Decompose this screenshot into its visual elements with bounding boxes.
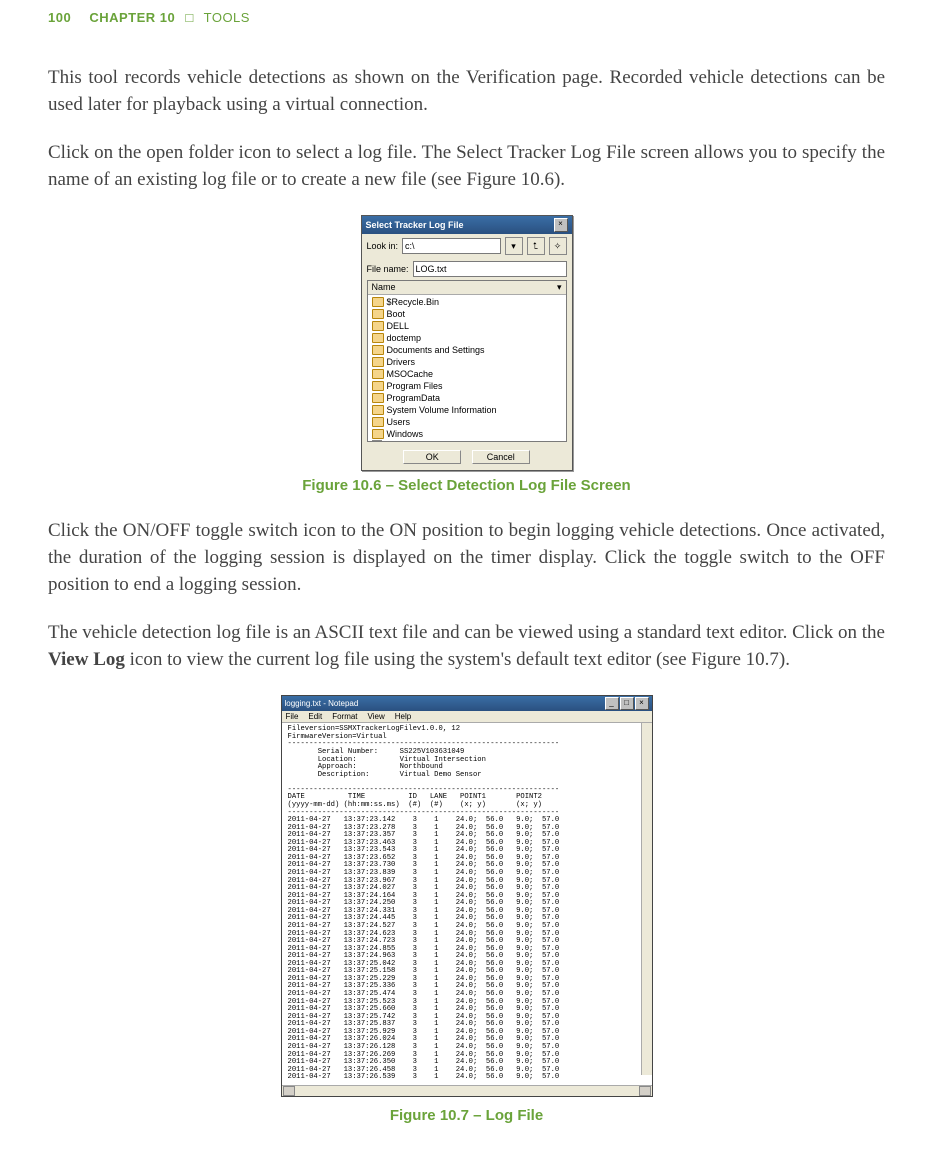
lookin-field[interactable]: c:\	[402, 238, 500, 254]
list-item[interactable]: Program Files	[368, 380, 566, 392]
item-label: MSOCache	[387, 368, 434, 380]
paragraph-4a: The vehicle detection log file is an ASC…	[48, 622, 885, 643]
folder-icon	[372, 417, 384, 427]
menu-item[interactable]: Help	[395, 712, 411, 721]
maximize-icon[interactable]: □	[620, 697, 634, 710]
folder-icon	[372, 393, 384, 403]
figure-10-6-caption: Figure 10.6 – Select Detection Log File …	[48, 477, 885, 494]
item-label: ProgramData	[387, 392, 441, 404]
item-label: DELL	[387, 320, 410, 332]
section-marker: □	[185, 10, 193, 25]
menu-item[interactable]: View	[368, 712, 385, 721]
folder-icon	[372, 381, 384, 391]
item-label: Boot	[387, 308, 406, 320]
list-item[interactable]: DELL	[368, 320, 566, 332]
up-folder-icon[interactable]: ⮤	[527, 237, 545, 255]
menu-item[interactable]: Format	[332, 712, 357, 721]
chevron-down-icon: ▾	[557, 282, 562, 293]
filename-label: File name:	[367, 264, 409, 274]
close-icon[interactable]: ×	[635, 697, 649, 710]
list-item[interactable]: $Recycle.Bin	[368, 296, 566, 308]
list-item[interactable]: Drivers	[368, 356, 566, 368]
notepad-title: logging.txt - Notepad	[285, 699, 359, 708]
list-item[interactable]: Boot	[368, 308, 566, 320]
folder-icon	[372, 369, 384, 379]
name-column: Name	[372, 282, 396, 293]
section-title: TOOLS	[204, 10, 250, 25]
cancel-button[interactable]: Cancel	[472, 450, 530, 464]
item-label: Users	[387, 416, 411, 428]
folder-icon	[372, 429, 384, 439]
vertical-scrollbar[interactable]	[641, 723, 652, 1074]
folder-icon	[372, 309, 384, 319]
notepad-titlebar[interactable]: logging.txt - Notepad _ □ ×	[282, 696, 652, 711]
chapter-label: CHAPTER 10	[89, 10, 175, 25]
list-item[interactable]: ProgramData	[368, 392, 566, 404]
item-label: Program Files	[387, 380, 443, 392]
scroll-right-icon[interactable]	[639, 1086, 651, 1096]
ok-button[interactable]: OK	[403, 450, 461, 464]
minimize-icon[interactable]: _	[605, 697, 619, 710]
filename-row: File name: LOG.txt	[362, 258, 572, 280]
running-header: 100 CHAPTER 10 □ TOOLS	[48, 10, 885, 25]
dialog-title: Select Tracker Log File	[366, 220, 464, 230]
item-label: Windows	[387, 428, 424, 440]
item-label: LOG.txt	[385, 440, 416, 442]
folder-icon	[372, 321, 384, 331]
new-folder-icon[interactable]: ✧	[549, 237, 567, 255]
item-label: Drivers	[387, 356, 416, 368]
item-label: System Volume Information	[387, 404, 497, 416]
list-item[interactable]: System Volume Information	[368, 404, 566, 416]
folder-icon	[372, 297, 384, 307]
view-log-bold: View Log	[48, 649, 125, 670]
item-label: doctemp	[387, 332, 422, 344]
dialog-titlebar[interactable]: Select Tracker Log File ×	[362, 216, 572, 234]
paragraph-3: Click the ON/OFF toggle switch icon to t…	[48, 518, 885, 598]
notepad-window: logging.txt - Notepad _ □ × File Edit Form…	[281, 695, 653, 1096]
figure-10-7-caption: Figure 10.7 – Log File	[48, 1107, 885, 1124]
paragraph-1: This tool records vehicle detections as …	[48, 65, 885, 118]
folder-icon	[372, 345, 384, 355]
dialog-buttons: OK Cancel	[362, 446, 572, 470]
list-item[interactable]: doctemp	[368, 332, 566, 344]
close-icon[interactable]: ×	[554, 218, 568, 232]
list-item[interactable]: Users	[368, 416, 566, 428]
page-number: 100	[48, 10, 71, 25]
list-item[interactable]: Windows	[368, 428, 566, 440]
horizontal-scrollbar[interactable]	[282, 1085, 652, 1096]
select-log-dialog: Select Tracker Log File × Look in: c:\ ▾…	[361, 215, 573, 471]
figure-10-7: logging.txt - Notepad _ □ × File Edit Form…	[48, 695, 885, 1123]
list-header[interactable]: Name ▾	[368, 281, 566, 295]
filename-field[interactable]: LOG.txt	[413, 261, 567, 277]
paragraph-4c: icon to view the current log file using …	[125, 649, 790, 670]
folder-icon	[372, 405, 384, 415]
item-label: Documents and Settings	[387, 344, 485, 356]
list-item[interactable]: MSOCache	[368, 368, 566, 380]
paragraph-2: Click on the open folder icon to select …	[48, 140, 885, 193]
list-item[interactable]: Documents and Settings	[368, 344, 566, 356]
paragraph-4: The vehicle detection log file is an ASC…	[48, 620, 885, 673]
menu-item[interactable]: File	[286, 712, 299, 721]
notepad-menubar[interactable]: File Edit Format View Help	[282, 711, 652, 723]
folder-icon	[372, 333, 384, 343]
item-label: $Recycle.Bin	[387, 296, 440, 308]
lookin-label: Look in:	[367, 241, 399, 251]
figure-10-6: Select Tracker Log File × Look in: c:\ ▾…	[48, 215, 885, 494]
dropdown-icon[interactable]: ▾	[505, 237, 523, 255]
file-list[interactable]: Name ▾ $Recycle.BinBootDELLdoctempDocume…	[367, 280, 567, 442]
folder-icon	[372, 357, 384, 367]
list-item[interactable]: LOG.txt	[368, 440, 566, 442]
menu-item[interactable]: Edit	[308, 712, 322, 721]
file-icon	[372, 440, 382, 442]
notepad-text[interactable]: Fileversion=SSMXTrackerLogFilev1.0.0, 12…	[282, 723, 652, 1084]
scroll-left-icon[interactable]	[283, 1086, 295, 1096]
lookin-row: Look in: c:\ ▾ ⮤ ✧	[362, 234, 572, 258]
